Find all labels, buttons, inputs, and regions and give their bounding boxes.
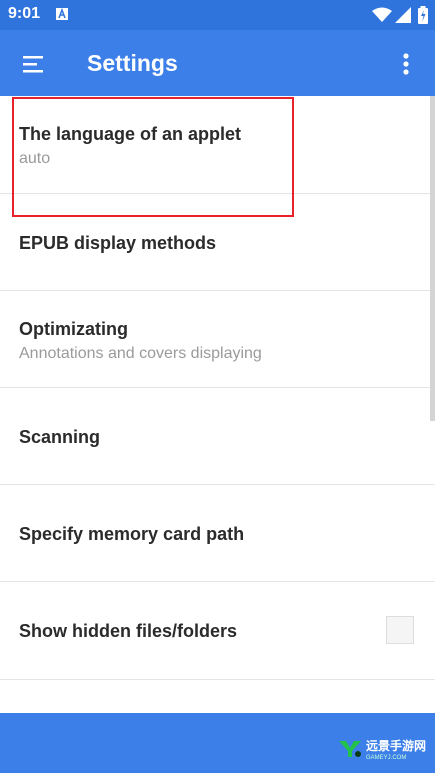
setting-title: EPUB display methods [19,233,217,253]
setting-memory-card-path[interactable]: Specify memory card path [0,485,435,582]
setting-subtitle: Annotations and covers displaying [19,345,262,362]
battery-icon [418,6,428,24]
setting-title: The language of an applet [19,124,242,144]
setting-scanning[interactable]: Scanning [0,388,435,485]
status-bar: 9:01 [0,0,435,30]
app-bar: Settings [0,30,435,96]
watermark: 远景手游网 GAMEYJ.COM [338,737,426,761]
menu-icon[interactable] [23,55,45,73]
settings-list: The language of an applet auto EPUB disp… [0,96,435,680]
watermark-url: GAMEYJ.COM [366,755,407,761]
setting-hidden-files[interactable]: Show hidden files/folders [0,582,435,680]
setting-epub-display[interactable]: EPUB display methods [0,194,435,291]
setting-title: Show hidden files/folders [19,621,238,641]
setting-title: Optimizating [19,319,128,339]
wifi-icon [372,7,392,22]
android-a-icon [56,8,68,20]
setting-title: Specify memory card path [19,524,245,544]
hidden-files-checkbox[interactable] [386,616,414,644]
status-time: 9:01 [8,5,41,22]
more-vert-icon[interactable] [398,52,414,78]
setting-title: Scanning [19,427,101,447]
page-title: Settings [87,50,178,76]
scrollbar[interactable] [430,96,435,421]
setting-subtitle: auto [19,150,51,167]
signal-icon [395,7,411,23]
brand-logo-icon [339,741,361,757]
setting-optimizating[interactable]: Optimizating Annotations and covers disp… [0,291,435,388]
setting-language[interactable]: The language of an applet auto [0,96,435,194]
watermark-brand: 远景手游网 [366,739,427,753]
